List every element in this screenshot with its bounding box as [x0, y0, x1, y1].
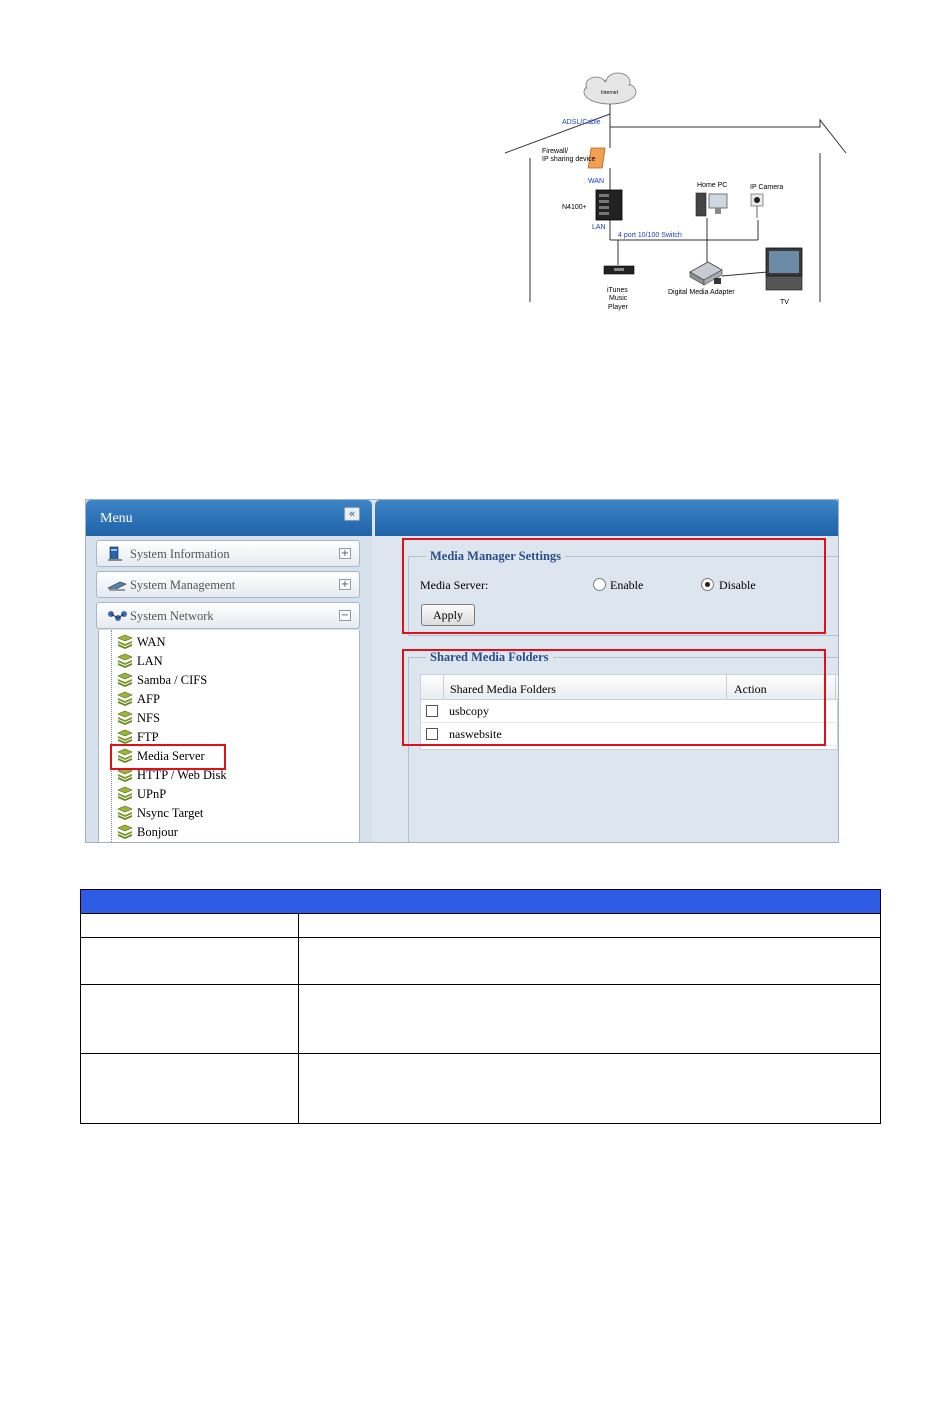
stack-icon — [117, 710, 133, 725]
nas-label: N4100+ — [562, 204, 587, 211]
table-row — [81, 914, 880, 938]
stack-icon — [117, 729, 133, 744]
submenu-label: AFP — [137, 692, 160, 706]
network-icon — [106, 608, 128, 624]
stack-icon — [117, 672, 133, 687]
tv-icon — [765, 247, 803, 291]
settings-highlight — [402, 538, 826, 634]
content-header — [375, 500, 838, 536]
firewall-label-2: IP sharing device — [542, 156, 596, 163]
menu-panel: Menu « System Information + System Manag… — [86, 500, 372, 842]
itunes-label-1: iTunes — [607, 287, 628, 294]
home-pc-label: Home PC — [697, 182, 727, 189]
link-dma-tv — [721, 271, 769, 277]
itunes-label-2: Music — [609, 295, 628, 302]
nas-server-icon — [595, 189, 623, 221]
stack-icon — [117, 691, 133, 706]
spec-table — [80, 889, 881, 1124]
menu-section-system-management[interactable]: System Management + — [96, 571, 360, 598]
network-diagram: Internet Firewall/ IP sharing device ADS… — [500, 70, 850, 320]
submenu-label: NFS — [137, 711, 160, 725]
tv-label: TV — [780, 299, 789, 306]
media-server-highlight — [110, 744, 226, 770]
firewall-label-1: Firewall/ — [542, 148, 568, 155]
menu-section-label: System Network — [130, 609, 214, 623]
network-diagram-svg: Internet Firewall/ IP sharing device ADS… — [504, 72, 847, 311]
tools-icon — [106, 577, 128, 593]
itunes-player-icon — [603, 265, 635, 275]
tree-line — [111, 630, 112, 842]
expand-icon[interactable]: + — [339, 548, 351, 559]
stack-icon — [117, 634, 133, 649]
submenu-label: HTTP / Web Disk — [137, 768, 227, 782]
folders-highlight — [402, 649, 826, 746]
table-row — [81, 938, 880, 985]
submenu-label: Bonjour — [137, 825, 178, 839]
internet-label: Internet — [601, 90, 619, 96]
table-row — [81, 985, 880, 1054]
column-divider — [298, 914, 299, 1123]
nas-admin-screenshot: Menu « System Information + System Manag… — [85, 499, 839, 843]
collapse-menu-button[interactable]: « — [344, 507, 360, 521]
lan-label: LAN — [592, 224, 606, 231]
wan-label: WAN — [588, 178, 604, 185]
menu-section-system-network[interactable]: System Network − — [96, 602, 360, 629]
content-panel: Media Manager Settings Media Server: Ena… — [375, 500, 838, 842]
submenu-label: FTP — [137, 730, 159, 744]
menu-section-system-information[interactable]: System Information + — [96, 540, 360, 567]
stack-icon — [117, 805, 133, 820]
ip-camera-icon — [750, 193, 764, 218]
network-submenu: WAN LAN Samba / CIFS AFP NFS FTP Media S… — [98, 630, 360, 842]
adsl-label: ADSL/Cable — [562, 119, 601, 126]
menu-header: Menu « — [86, 500, 372, 536]
submenu-label: WAN — [137, 635, 166, 649]
computer-icon — [106, 546, 128, 562]
stack-icon — [117, 653, 133, 668]
menu-section-label: System Management — [130, 578, 236, 592]
dma-label: Digital Media Adapter — [668, 289, 735, 296]
itunes-label-3: Player — [608, 304, 629, 311]
expand-icon[interactable]: + — [339, 579, 351, 590]
column-separator — [835, 675, 836, 700]
submenu-label: UPnP — [137, 787, 167, 801]
spec-table-header — [81, 890, 880, 914]
stack-icon — [117, 824, 133, 839]
switch-label: 4 port 10/100 Switch — [618, 232, 682, 239]
submenu-label: Samba / CIFS — [137, 673, 208, 687]
stack-icon — [117, 786, 133, 801]
menu-section-label: System Information — [130, 547, 230, 561]
ip-camera-label: IP Camera — [750, 184, 783, 191]
internet-cloud-icon — [583, 72, 637, 105]
collapse-icon[interactable]: − — [339, 610, 351, 621]
menu-title: Menu — [100, 511, 133, 526]
media-adapter-icon — [689, 261, 723, 286]
submenu-label: LAN — [137, 654, 163, 668]
home-pc-icon — [695, 192, 728, 217]
submenu-label: Nsync Target — [137, 806, 204, 820]
